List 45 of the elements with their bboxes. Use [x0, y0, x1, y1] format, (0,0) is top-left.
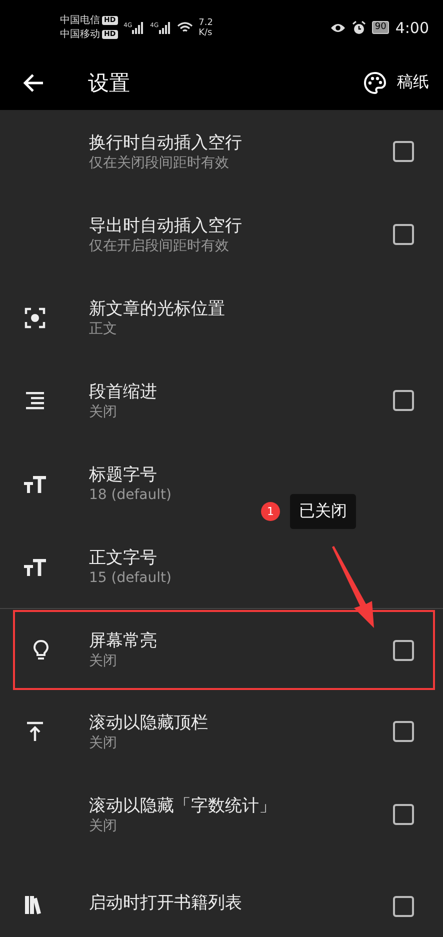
- signal-icon: [158, 22, 171, 34]
- text-size-icon: [22, 556, 46, 576]
- setting-title: 屏幕常亮: [89, 630, 158, 652]
- setting-value: 仅在开启段间距时有效: [89, 236, 230, 254]
- checkbox[interactable]: [393, 896, 414, 917]
- signal-icon: [132, 22, 144, 34]
- setting-value: 正文: [89, 320, 118, 338]
- screen-title: 设置: [88, 70, 130, 96]
- setting-value: 关闭: [89, 652, 118, 670]
- setting-value: 关闭: [89, 816, 118, 834]
- carrier-name: 中国移动: [60, 28, 100, 40]
- setting-value: 关闭: [89, 734, 118, 752]
- carrier-name: 中国电信: [60, 14, 100, 26]
- setting-value: 仅在关闭段间距时有效: [89, 154, 230, 172]
- setting-value: 关闭: [89, 402, 118, 420]
- setting-title: 段首缩进: [89, 380, 158, 402]
- setting-title: 换行时自动插入空行: [89, 132, 243, 154]
- setting-title: 正文字号: [89, 546, 158, 568]
- setting-title: 滚动以隐藏顶栏: [89, 712, 209, 734]
- speed-value: 7.2: [198, 18, 213, 28]
- setting-title: 标题字号: [89, 464, 158, 486]
- palette-icon: [363, 70, 387, 94]
- paper-button[interactable]: 稿纸: [363, 70, 429, 94]
- checkbox[interactable]: [393, 224, 414, 245]
- checkbox[interactable]: [393, 804, 414, 825]
- setting-title: 滚动以隐藏「字数统计」: [89, 794, 277, 816]
- focus-icon: [22, 306, 46, 330]
- checkbox[interactable]: [393, 141, 414, 162]
- battery-level: 90: [372, 21, 390, 34]
- tooltip: 已关闭: [290, 494, 356, 529]
- setting-value: 18 (default): [89, 486, 172, 504]
- setting-title: 启动时打开书籍列表: [89, 892, 243, 914]
- checkbox[interactable]: [393, 640, 414, 660]
- alarm-clock-icon: [352, 20, 366, 34]
- text-size-icon: [22, 474, 46, 494]
- step-badge: 1: [261, 502, 280, 521]
- checkbox[interactable]: [393, 390, 414, 411]
- speed-unit: K/s: [198, 28, 213, 38]
- clock-time: 4:00: [395, 18, 429, 36]
- setting-title: 新文章的光标位置: [89, 298, 226, 320]
- checkbox[interactable]: [393, 721, 414, 742]
- setting-value: 15 (default): [89, 568, 172, 586]
- wifi-icon: [176, 21, 193, 34]
- eye-icon: [330, 22, 346, 32]
- setting-title: 导出时自动插入空行: [89, 214, 243, 236]
